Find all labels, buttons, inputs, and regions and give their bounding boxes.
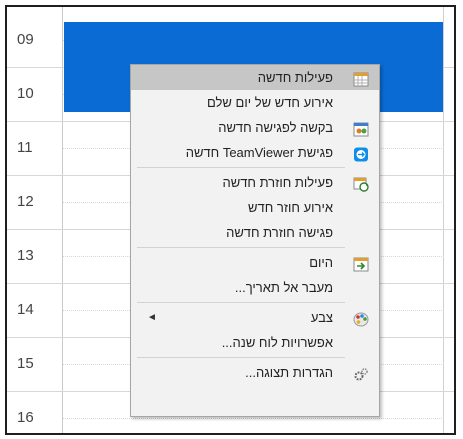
menu-item-label: פעילות חוזרת חדשה bbox=[222, 175, 333, 190]
menu-separator bbox=[137, 247, 345, 248]
menu-item-new-recurring-appointment[interactable]: פעילות חוזרת חדשה bbox=[131, 170, 379, 195]
hour-column bbox=[7, 7, 63, 433]
menu-item-color[interactable]: צבע ◄ bbox=[131, 305, 379, 330]
menu-item-label: מעבר אל תאריך... bbox=[234, 280, 333, 295]
scroll-strip[interactable] bbox=[443, 7, 454, 433]
menu-item-label: אירוע חדש של יום שלם bbox=[206, 95, 333, 110]
meeting-request-icon bbox=[353, 120, 369, 137]
menu-separator bbox=[137, 302, 345, 303]
calendar-grid-icon bbox=[353, 70, 369, 87]
menu-separator bbox=[137, 357, 345, 358]
menu-separator bbox=[137, 167, 345, 168]
half-hour-divider bbox=[63, 418, 444, 419]
hour-label: 10 bbox=[17, 85, 34, 102]
palette-icon bbox=[353, 310, 369, 327]
hour-label: 13 bbox=[17, 247, 34, 264]
menu-item-label: בקשה לפגישה חדשה bbox=[218, 120, 333, 135]
hour-label: 12 bbox=[17, 193, 34, 210]
menu-item-calendar-options[interactable]: אפשרויות לוח שנה... bbox=[131, 330, 379, 355]
menu-item-label: פגישת TeamViewer חדשה bbox=[185, 145, 333, 160]
teamviewer-icon bbox=[353, 145, 369, 162]
today-icon bbox=[353, 255, 369, 272]
menu-item-label: הגדרות תצוגה... bbox=[245, 365, 333, 380]
menu-item-new-meeting-request[interactable]: בקשה לפגישה חדשה bbox=[131, 115, 379, 140]
menu-item-label: היום bbox=[309, 255, 333, 270]
hour-label: 14 bbox=[17, 301, 34, 318]
menu-item-label: אפשרויות לוח שנה... bbox=[221, 335, 333, 350]
hour-label: 09 bbox=[17, 31, 34, 48]
menu-item-new-recurring-event[interactable]: אירוע חוזר חדש bbox=[131, 195, 379, 220]
context-menu: פעילות חדשה אירוע חדש של יום שלם בקשה לפ… bbox=[130, 64, 380, 417]
menu-item-new-teamviewer-meeting[interactable]: פגישת TeamViewer חדשה bbox=[131, 140, 379, 165]
hour-label: 15 bbox=[17, 355, 34, 372]
menu-item-go-to-date[interactable]: מעבר אל תאריך... bbox=[131, 275, 379, 300]
menu-item-label: פעילות חדשה bbox=[257, 70, 333, 85]
menu-item-label: צבע bbox=[310, 310, 333, 325]
submenu-arrow-icon: ◄ bbox=[147, 312, 157, 323]
recurring-icon bbox=[353, 175, 369, 192]
menu-item-label: פגישה חוזרת חדשה bbox=[226, 225, 333, 240]
menu-item-today[interactable]: היום bbox=[131, 250, 379, 275]
menu-item-new-all-day-event[interactable]: אירוע חדש של יום שלם bbox=[131, 90, 379, 115]
menu-item-new-recurring-meeting[interactable]: פגישה חוזרת חדשה bbox=[131, 220, 379, 245]
hour-label: 16 bbox=[17, 409, 34, 426]
gears-icon bbox=[353, 365, 369, 381]
menu-item-new-appointment[interactable]: פעילות חדשה bbox=[131, 65, 379, 90]
menu-item-label: אירוע חוזר חדש bbox=[248, 200, 333, 215]
hour-label: 11 bbox=[17, 139, 33, 156]
menu-item-view-settings[interactable]: הגדרות תצוגה... bbox=[131, 360, 379, 385]
